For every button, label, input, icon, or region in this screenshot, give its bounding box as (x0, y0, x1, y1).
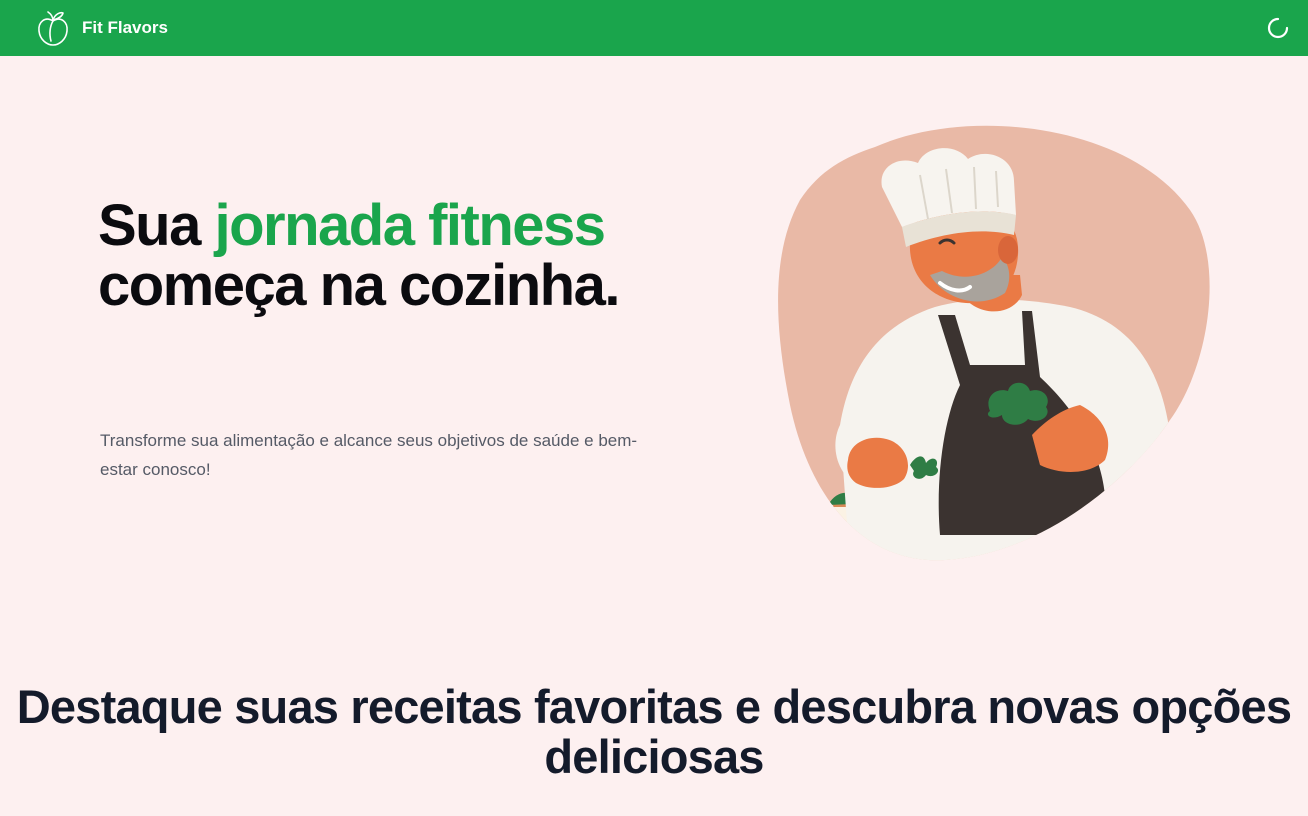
navbar: Fit Flavors (0, 0, 1308, 56)
hero-title-part2: começa na cozinha. (98, 253, 620, 318)
chef-illustration (778, 125, 1210, 561)
brand-name: Fit Flavors (82, 18, 168, 37)
brand-link[interactable]: Fit Flavors (36, 8, 168, 48)
peach-icon (38, 11, 68, 46)
hero-subtitle: Transforme sua alimentação e alcance seu… (100, 431, 638, 479)
hero-title: Sua jornada fitness começa na cozinha. (98, 196, 718, 316)
hero-title-accent: jornada fitness (214, 193, 607, 258)
section-title: Destaque suas receitas favoritas e descu… (16, 680, 1292, 783)
spinner-icon (1267, 17, 1289, 39)
hero-title-part1: Sua (98, 193, 215, 258)
